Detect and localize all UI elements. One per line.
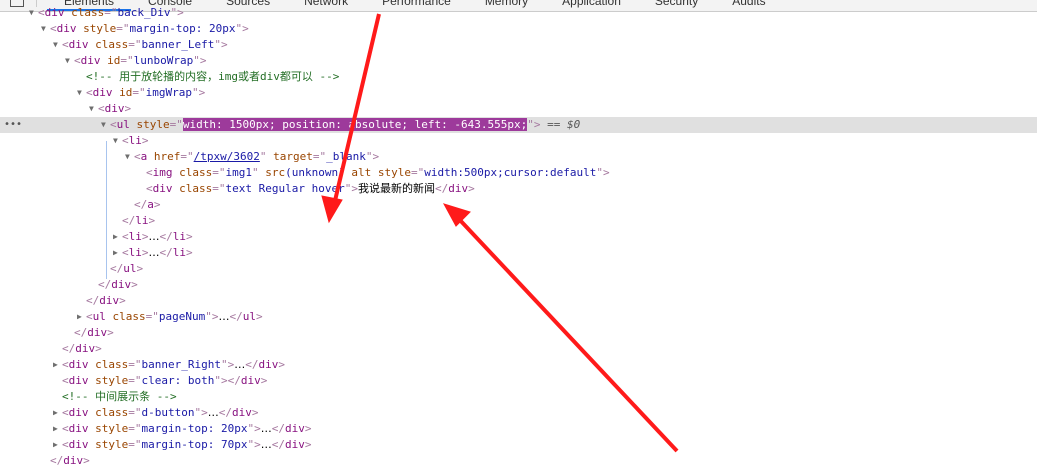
- red-arrow-up-left: [442, 203, 679, 453]
- red-arrow-down: [321, 13, 381, 224]
- annotation-arrows: [321, 13, 679, 453]
